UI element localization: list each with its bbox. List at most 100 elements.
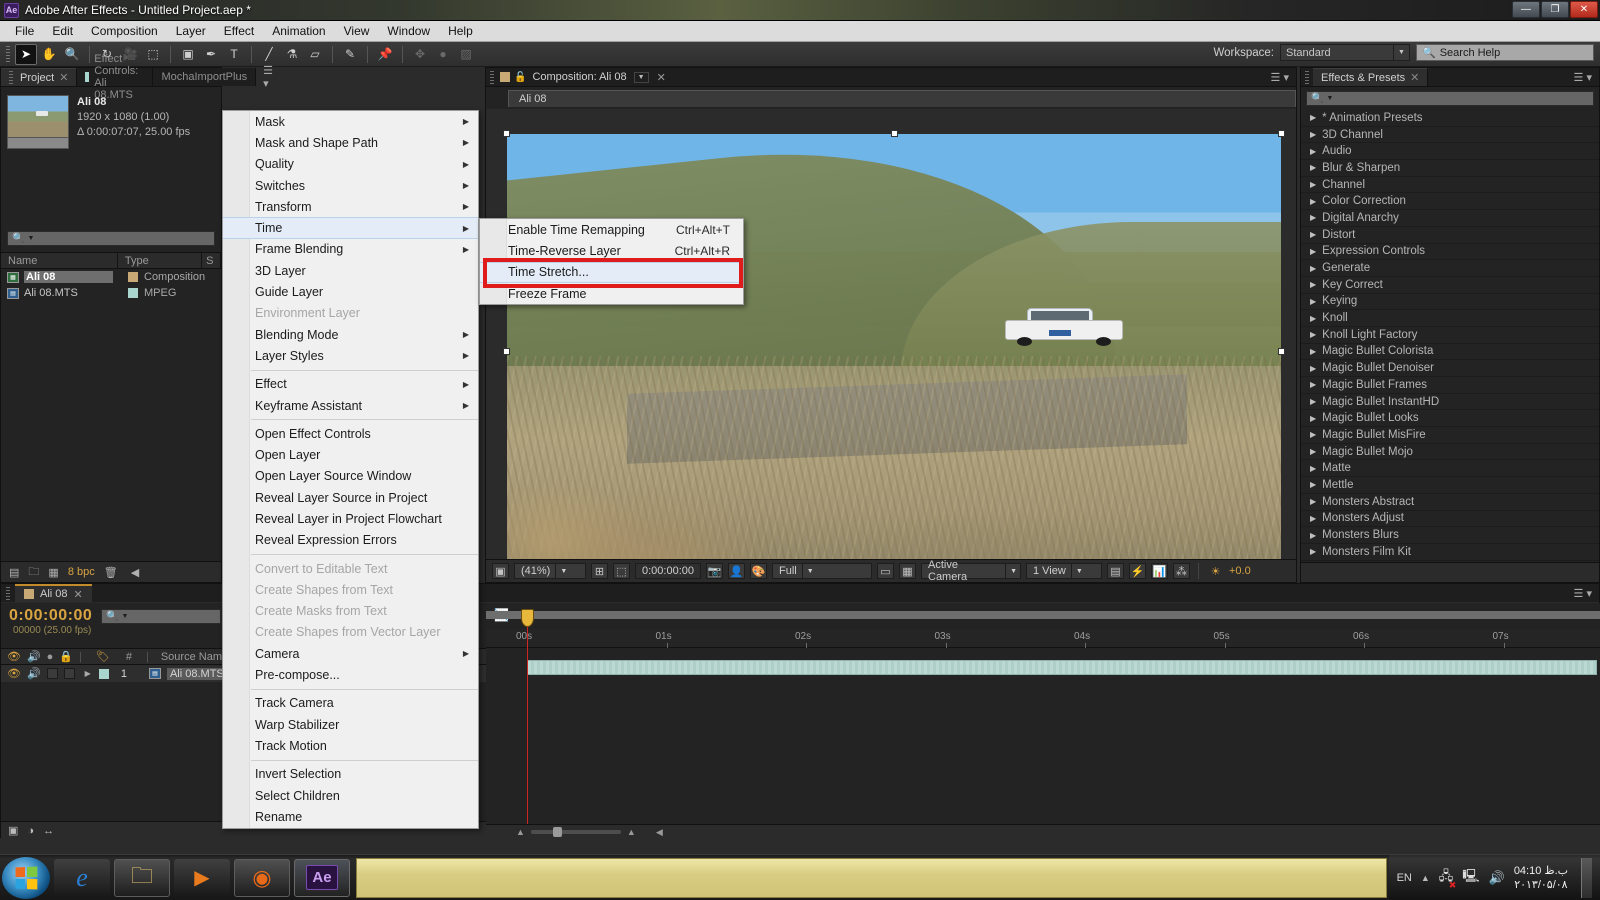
panel-grip-icon[interactable]: [1305, 71, 1309, 84]
expand-triangle-icon[interactable]: ▶: [1310, 547, 1316, 556]
taskbar-item-internet-explorer[interactable]: e: [54, 858, 110, 897]
menu-item-3d-layer[interactable]: 3D Layer: [223, 260, 478, 281]
pan-behind-tool-icon[interactable]: ⬚: [142, 44, 164, 65]
expand-triangle-icon[interactable]: ▶: [1310, 230, 1316, 239]
expand-triangle-icon[interactable]: ▶: [1310, 380, 1316, 389]
tab-effect-controls[interactable]: Effect Controls: Ali 08.MTS: [77, 53, 154, 101]
effect-category-row[interactable]: ▶ Audio: [1301, 143, 1599, 161]
selection-handle[interactable]: [503, 348, 510, 355]
menu-item-rename[interactable]: Rename: [223, 806, 478, 827]
system-clock[interactable]: 04:10 ب.ظ ۲۰۱۳/۰۵/۰۸: [1514, 864, 1568, 892]
time-submenu[interactable]: Enable Time Remapping Ctrl+Alt+T Time-Reve…: [479, 218, 744, 306]
taskbar-item-after-effects[interactable]: Ae: [294, 858, 350, 897]
effect-category-row[interactable]: ▶ * Animation Presets: [1301, 110, 1599, 127]
audio-icon[interactable]: 🔊: [27, 667, 41, 680]
effect-category-row[interactable]: ▶ Key Correct: [1301, 277, 1599, 294]
workspace-select[interactable]: Standard ▼: [1280, 44, 1410, 61]
camera-select[interactable]: Active Camera ▼: [921, 559, 1021, 583]
eye-icon[interactable]: 👁: [7, 667, 21, 680]
type-tool-icon[interactable]: T: [223, 44, 245, 65]
effect-category-row[interactable]: ▶ Magic Bullet Looks: [1301, 410, 1599, 428]
taskbar-item-windows-explorer[interactable]: 🗀: [114, 858, 170, 897]
toggle-transparency-grid-icon[interactable]: ▣: [492, 563, 509, 579]
delete-icon[interactable]: 🗑: [104, 566, 118, 579]
menu-item-warp-stabilizer[interactable]: Warp Stabilizer: [223, 714, 478, 735]
panel-menu-icon[interactable]: ☰ ▾: [1264, 71, 1296, 84]
menu-item-mask-and-shape-path[interactable]: Mask and Shape Path ▶: [223, 132, 478, 153]
menu-layer[interactable]: Layer: [167, 22, 215, 40]
expand-triangle-icon[interactable]: ▶: [1310, 180, 1316, 189]
menu-item-enable-time-remapping[interactable]: Enable Time Remapping Ctrl+Alt+T: [480, 219, 743, 240]
effect-category-row[interactable]: ▶ Knoll Light Factory: [1301, 327, 1599, 344]
effect-category-row[interactable]: ▶ Magic Bullet Denoiser: [1301, 360, 1599, 377]
show-channel-icon[interactable]: 🎨: [750, 563, 767, 579]
selection-handle[interactable]: [1278, 348, 1285, 355]
toggle-switches-icon[interactable]: ▣: [8, 824, 18, 837]
expand-triangle-icon[interactable]: ▶: [1310, 531, 1316, 540]
column-name[interactable]: Name: [1, 253, 118, 268]
menu-item-effect[interactable]: Effect ▶: [223, 374, 478, 395]
expand-triangle-icon[interactable]: ▶: [1310, 364, 1316, 373]
effect-category-row[interactable]: ▶ Magic Bullet InstantHD: [1301, 394, 1599, 411]
menu-item-switches[interactable]: Switches ▶: [223, 175, 478, 196]
scroll-left-icon[interactable]: ◀: [656, 827, 663, 838]
selection-handle[interactable]: [1278, 130, 1285, 137]
show-hidden-icons-icon[interactable]: ▲: [1421, 873, 1430, 883]
fast-previews-icon[interactable]: ⚡: [1129, 563, 1146, 579]
menu-item-open-layer-source-window[interactable]: Open Layer Source Window: [223, 466, 478, 487]
zoom-tool-icon[interactable]: 🔍: [61, 44, 83, 65]
expand-triangle-icon[interactable]: ▶: [1310, 130, 1316, 139]
roto-brush-tool-icon[interactable]: ✎: [339, 44, 361, 65]
menu-item-select-children[interactable]: Select Children: [223, 785, 478, 806]
effect-category-row[interactable]: ▶ Color Correction: [1301, 193, 1599, 211]
exposure-value[interactable]: +0.0: [1229, 565, 1251, 577]
comp-sub-tab[interactable]: Ali 08: [508, 90, 1296, 107]
selection-handle[interactable]: [891, 130, 898, 137]
views-select[interactable]: 1 View ▼: [1026, 563, 1102, 579]
menu-item-frame-blending[interactable]: Frame Blending ▶: [223, 239, 478, 260]
layer-label-swatch[interactable]: [98, 668, 109, 679]
timeline-ruler[interactable]: 00s 01s 02s 03s 04s 05s 06s 07s: [486, 629, 1600, 648]
volume-icon[interactable]: 🔊: [1489, 870, 1505, 886]
comp-flowchart-icon[interactable]: ⁂: [1173, 563, 1190, 579]
expand-triangle-icon[interactable]: ▶: [1310, 197, 1316, 206]
playhead-marker[interactable]: [521, 609, 534, 627]
clone-stamp-tool-icon[interactable]: ⚗: [281, 44, 303, 65]
composition-tab-label[interactable]: Composition: Ali 08: [532, 71, 626, 83]
new-folder-icon[interactable]: 🗀: [28, 563, 39, 582]
close-icon[interactable]: ✕: [59, 71, 68, 84]
menu-item-invert-selection[interactable]: Invert Selection: [223, 764, 478, 785]
lock-icon[interactable]: 🔓: [514, 72, 526, 83]
effect-category-row[interactable]: ▶ Monsters Film Kit: [1301, 544, 1599, 561]
bit-depth-label[interactable]: 8 bpc: [68, 566, 95, 578]
audio-icon[interactable]: 🔊: [27, 650, 41, 663]
effect-category-row[interactable]: ▶ Monsters Abstract: [1301, 494, 1599, 511]
composition-canvas[interactable]: [503, 130, 1285, 574]
solo-icon[interactable]: ●: [47, 651, 54, 663]
hand-tool-icon[interactable]: ✋: [38, 44, 60, 65]
tab-timeline-comp[interactable]: Ali 08 ✕: [15, 584, 92, 602]
puppet-pin-tool-icon[interactable]: 📌: [374, 44, 396, 65]
expand-triangle-icon[interactable]: ▶: [1310, 280, 1316, 289]
work-area-bar[interactable]: [486, 611, 1600, 619]
effect-category-row[interactable]: ▶ Magic Bullet MisFire: [1301, 427, 1599, 444]
close-icon[interactable]: ✕: [74, 588, 83, 601]
expand-triangle-icon[interactable]: ▶: [1310, 464, 1316, 473]
network-icon[interactable]: 🖧 ✖: [1439, 867, 1457, 890]
expand-triangle-icon[interactable]: ▶: [1310, 163, 1316, 172]
layer-context-menu[interactable]: Mask ▶ Mask and Shape Path ▶ Quality ▶ Switche…: [222, 110, 479, 829]
expand-triangle-icon[interactable]: ▶: [1310, 247, 1316, 256]
brush-tool-icon[interactable]: ╱: [258, 44, 280, 65]
tab-mocha-import[interactable]: MochaImportPlus: [153, 68, 257, 86]
menu-item-layer-styles[interactable]: Layer Styles ▶: [223, 345, 478, 366]
effect-category-row[interactable]: ▶ Digital Anarchy: [1301, 210, 1599, 227]
resolution-select[interactable]: Full ▼: [772, 563, 872, 579]
composition-viewer[interactable]: [486, 109, 1296, 574]
zoom-in-icon[interactable]: ▲: [627, 827, 636, 837]
menu-item-pre-compose[interactable]: Pre-compose...: [223, 664, 478, 685]
effect-category-row[interactable]: ▶ Monsters Adjust: [1301, 511, 1599, 528]
effect-category-row[interactable]: ▶ Keying: [1301, 294, 1599, 311]
language-indicator[interactable]: EN: [1397, 872, 1412, 884]
tab-effects-presets[interactable]: Effects & Presets ✕: [1313, 68, 1429, 86]
effects-category-list[interactable]: ▶ * Animation Presets ▶ 3D Channel ▶ Audio ▶ Bl…: [1301, 110, 1599, 561]
